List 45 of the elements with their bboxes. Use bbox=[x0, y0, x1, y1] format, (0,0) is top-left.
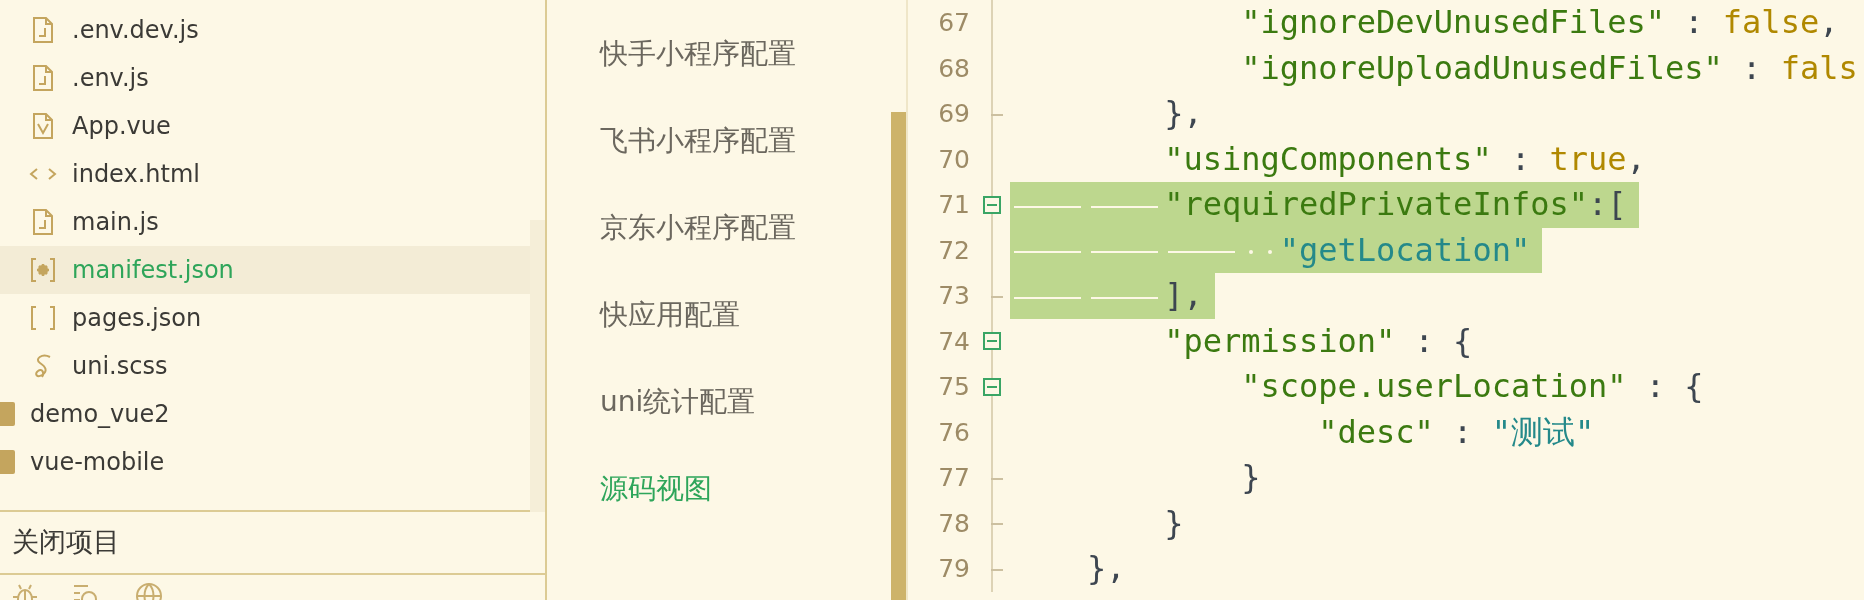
code-line: "desc" : "测试" bbox=[1317, 411, 1595, 453]
scrollbar[interactable] bbox=[530, 220, 545, 512]
code-line: }, bbox=[1163, 93, 1203, 134]
collapse-icon[interactable] bbox=[983, 332, 1001, 351]
file-item[interactable]: index.html bbox=[0, 150, 530, 198]
settings-file-icon bbox=[28, 255, 58, 285]
code-line: } bbox=[1240, 457, 1261, 498]
line-number: 73 bbox=[937, 280, 970, 312]
file-item[interactable]: .env.dev.js bbox=[0, 6, 530, 54]
line-number: 74 bbox=[937, 325, 970, 358]
settings-tab[interactable]: 京东小程序配置 bbox=[547, 184, 891, 271]
project-item[interactable]: vue-mobile bbox=[0, 438, 530, 486]
file-item[interactable]: pages.json bbox=[0, 294, 530, 342]
settings-tab[interactable]: 快应用配置 bbox=[547, 271, 891, 358]
code-line: "ignoreDevUnusedFiles" : false, bbox=[1240, 2, 1839, 43]
file-item[interactable]: uni.scss bbox=[0, 342, 530, 390]
line-number: 69 bbox=[937, 98, 970, 130]
line-number: 71 bbox=[937, 189, 970, 221]
code-line: "permission" : { bbox=[1163, 320, 1473, 362]
section-title[interactable]: 关闭项目 bbox=[12, 522, 120, 563]
scrollbar[interactable] bbox=[891, 112, 906, 600]
line-number: 72 bbox=[937, 234, 970, 267]
collapse-icon[interactable] bbox=[983, 195, 1001, 214]
settings-tab[interactable]: 快手小程序配置 bbox=[547, 10, 891, 97]
line-number: 76 bbox=[937, 416, 970, 449]
line-number: 75 bbox=[937, 371, 970, 403]
code-line: "usingComponents" : true, bbox=[1163, 138, 1646, 180]
line-number: 67 bbox=[937, 7, 970, 39]
settings-tab[interactable]: uni统计配置 bbox=[547, 358, 891, 445]
line-number: 70 bbox=[937, 143, 970, 176]
file-item[interactable]: main.js bbox=[0, 198, 530, 246]
settings-tab[interactable]: 飞书小程序配置 bbox=[547, 97, 891, 184]
code-line: }, bbox=[1086, 548, 1126, 589]
file-item[interactable]: .env.js bbox=[0, 54, 530, 102]
code-line: "scope.userLocation" : { bbox=[1240, 366, 1704, 407]
file-item[interactable]: App.vue bbox=[0, 102, 530, 150]
line-number: 78 bbox=[937, 507, 970, 540]
project-item[interactable]: demo_vue2 bbox=[0, 390, 530, 438]
brackets-icon bbox=[28, 303, 58, 333]
line-number: 68 bbox=[937, 52, 970, 85]
code-line: } bbox=[1163, 502, 1184, 544]
code-line: "ignoreUploadUnusedFiles" : fals bbox=[1240, 47, 1858, 89]
line-number: 79 bbox=[937, 553, 970, 585]
collapse-icon[interactable] bbox=[983, 377, 1001, 396]
line-number: 77 bbox=[937, 462, 970, 494]
